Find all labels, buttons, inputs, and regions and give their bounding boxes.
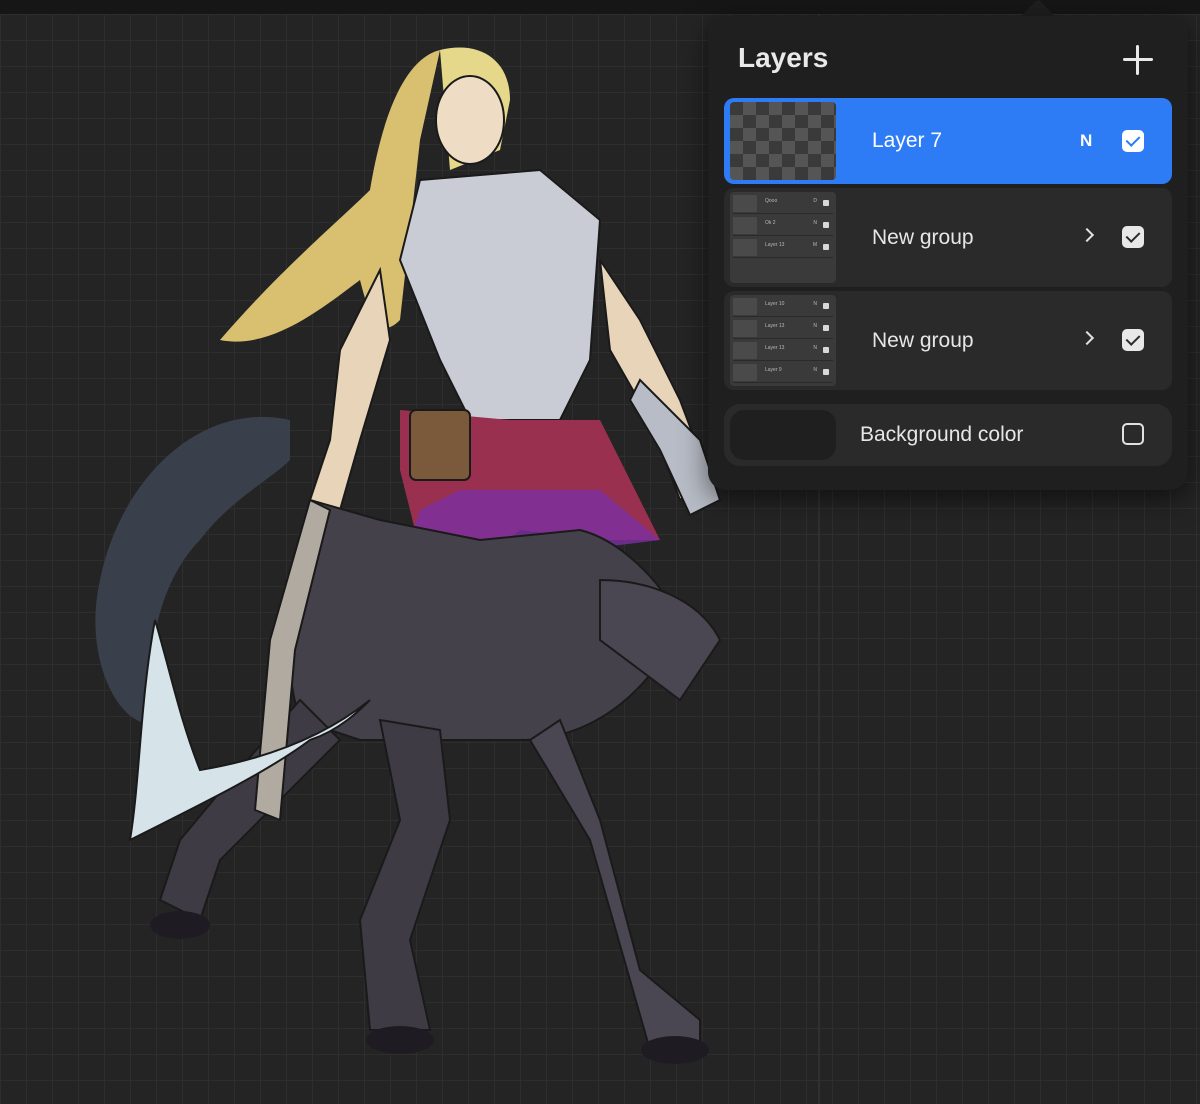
group-thumbnail: Layer 10 N Layer 13 N Layer 13 N Layer 9… — [730, 295, 836, 386]
checkmark-icon — [1125, 228, 1141, 243]
layers-panel: Layers Layer 7 N Qooo D Ok 2 N Layer 13 … — [708, 16, 1188, 490]
group-thumbnail-mode: M — [812, 242, 817, 248]
add-layer-button[interactable] — [1120, 42, 1156, 78]
group-thumbnail-image — [733, 239, 757, 256]
group-thumbnail-image — [733, 320, 757, 337]
group-thumbnail-check — [823, 325, 829, 331]
chevron-right-icon[interactable] — [1079, 227, 1095, 243]
group-thumbnail-check — [823, 222, 829, 228]
group-thumbnail-image — [733, 195, 757, 212]
group-thumbnail-mode: N — [813, 345, 817, 351]
background-color-swatch[interactable] — [730, 410, 836, 460]
layer-row-group-2[interactable]: Layer 10 N Layer 13 N Layer 13 N Layer 9… — [724, 291, 1172, 390]
group-thumbnail-label: Layer 9 — [765, 367, 782, 373]
checkmark-icon — [1125, 132, 1141, 147]
top-toolbar — [0, 0, 1200, 14]
hair-shape — [220, 50, 440, 342]
group-thumbnail-row: Layer 13 N — [733, 341, 833, 361]
group-thumbnail: Qooo D Ok 2 N Layer 13 M — [730, 192, 836, 283]
group-thumbnail-label: Ok 2 — [765, 220, 776, 226]
blend-mode-button[interactable]: N — [1080, 98, 1092, 184]
layer-name: Layer 7 — [872, 129, 943, 152]
checkmark-icon — [1125, 331, 1141, 346]
group-thumbnail-image — [733, 298, 757, 315]
group-thumbnail-row: Layer 13 N — [733, 319, 833, 339]
panel-title: Layers — [738, 42, 829, 73]
group-thumbnail-mode: N — [813, 220, 817, 226]
group-name: New group — [872, 226, 974, 249]
group-thumbnail-row: Ok 2 N — [733, 216, 833, 236]
background-visibility-checkbox[interactable] — [1122, 423, 1144, 445]
group-thumbnail-label: Layer 13 — [765, 242, 785, 248]
group-thumbnail-label: Layer 13 — [765, 323, 785, 329]
belt-pouch — [409, 409, 471, 481]
layer-thumbnail — [730, 102, 836, 180]
layer-row-group-1[interactable]: Qooo D Ok 2 N Layer 13 M New group — [724, 188, 1172, 287]
group-thumbnail-row: Layer 9 N — [733, 363, 833, 383]
hoof-3 — [641, 1036, 709, 1064]
group-thumbnail-mode: N — [813, 301, 817, 307]
layer-list: Layer 7 N Qooo D Ok 2 N Layer 13 M New g… — [724, 98, 1172, 394]
group-thumbnail-check — [823, 244, 829, 250]
group-thumbnail-image — [733, 342, 757, 359]
group-thumbnail-mode: N — [813, 367, 817, 373]
background-color-label: Background color — [860, 423, 1024, 446]
group-thumbnail-check — [823, 369, 829, 375]
armor-torso — [398, 168, 602, 421]
tail-shape — [95, 416, 291, 724]
group-thumbnail-check — [823, 200, 829, 206]
group-thumbnail-row: Qooo D — [733, 194, 833, 214]
group-thumbnail-label: Layer 13 — [765, 345, 785, 351]
group-thumbnail-row: Layer 13 M — [733, 238, 833, 258]
layer-row-layer-7[interactable]: Layer 7 N — [724, 98, 1172, 184]
group-thumbnail-check — [823, 303, 829, 309]
group-thumbnail-image — [733, 217, 757, 234]
hoof-2 — [366, 1026, 434, 1054]
group-name: New group — [872, 329, 974, 352]
chevron-right-icon[interactable] — [1079, 330, 1095, 346]
back-leg-right — [358, 718, 452, 1031]
group-thumbnail-check — [823, 347, 829, 353]
hoof-1 — [150, 911, 210, 939]
group-thumbnail-mode: D — [813, 198, 817, 204]
group-thumbnail-mode: N — [813, 323, 817, 329]
group-visibility-checkbox[interactable] — [1122, 329, 1144, 351]
head-shape — [435, 75, 505, 165]
front-leg — [528, 718, 701, 1051]
centaur-artwork — [95, 47, 722, 1064]
group-thumbnail-image — [733, 364, 757, 381]
group-thumbnail-row: Layer 10 N — [733, 297, 833, 317]
group-thumbnail-label: Qooo — [765, 198, 778, 204]
group-visibility-checkbox[interactable] — [1122, 226, 1144, 248]
background-color-row[interactable]: Background color — [724, 404, 1172, 466]
group-thumbnail-label: Layer 10 — [765, 301, 785, 307]
layer-visibility-checkbox[interactable] — [1122, 130, 1144, 152]
